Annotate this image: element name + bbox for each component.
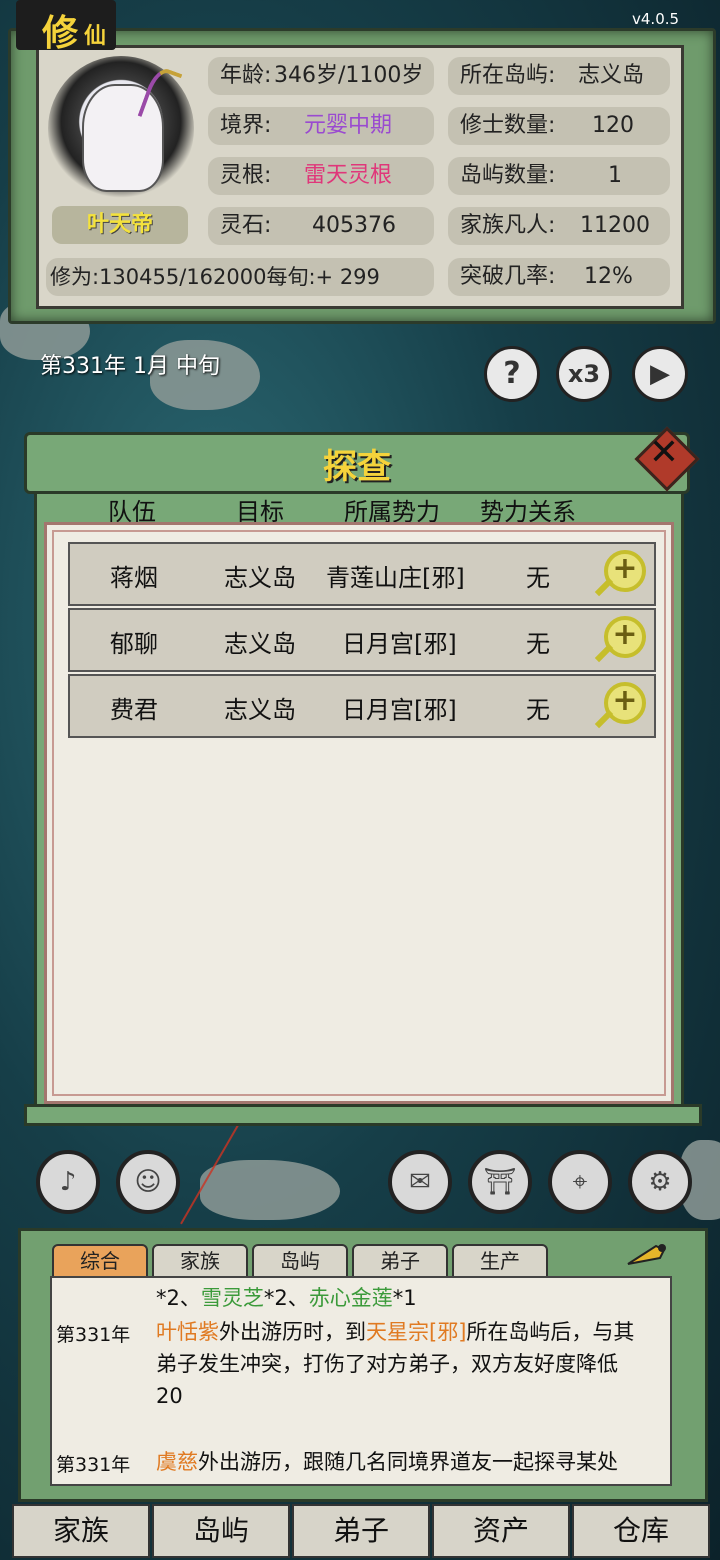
nav-assets[interactable]: 资产 <box>432 1504 570 1558</box>
mortals-stat: 家族凡人: 11200 <box>448 207 670 245</box>
settings-icon[interactable]: ⚙ <box>628 1150 692 1214</box>
row-target: 志义岛 <box>224 696 296 724</box>
zoom-in-icon[interactable]: + <box>594 614 646 666</box>
location-icon[interactable]: ⌖ <box>548 1150 612 1214</box>
stones-stat: 灵石: 405376 <box>208 207 434 245</box>
row-faction: 青莲山庄[邪] <box>326 564 465 592</box>
explore-dialog-footer <box>24 1104 702 1126</box>
breakthrough-label: 突破几率: <box>460 264 556 289</box>
row-target: 志义岛 <box>224 564 296 592</box>
row-target: 志义岛 <box>224 630 296 658</box>
row-team: 费君 <box>110 696 158 724</box>
title-badge: 修 仙 <box>16 0 116 54</box>
mail-icon[interactable]: ✉ <box>388 1150 452 1214</box>
close-icon: ✕ <box>648 432 680 473</box>
log-text: 所在岛屿后，与其 <box>466 1320 635 1344</box>
log-horn-icon[interactable] <box>626 1240 668 1270</box>
mortals-value: 11200 <box>580 213 650 238</box>
tab-family[interactable]: 家族 <box>152 1244 248 1278</box>
row-relation: 无 <box>526 696 550 724</box>
cultivation-text: 修为:130455/162000每旬:+ 299 <box>50 265 380 289</box>
tab-overview[interactable]: 综合 <box>52 1244 148 1278</box>
realm-label: 境界: <box>220 113 272 138</box>
avatar-ornament <box>137 64 183 126</box>
log-item: 赤心金莲 <box>308 1286 393 1310</box>
player-name[interactable]: 叶天帝 <box>52 206 188 244</box>
root-stat: 灵根: 雷天灵根 <box>208 157 434 195</box>
log-year: 第331年 <box>56 1454 131 1476</box>
nav-disciples[interactable]: 弟子 <box>292 1504 430 1558</box>
avatar[interactable] <box>48 56 194 202</box>
gate-icon[interactable]: ⛩ <box>468 1150 532 1214</box>
log-text: 外出游历，跟随几名同境界道友一起探寻某处 <box>198 1450 618 1474</box>
row-faction: 日月宫[邪] <box>342 696 457 724</box>
realm-stat: 境界: 元婴中期 <box>208 107 434 145</box>
game-date: 第331年 1月 中旬 <box>40 354 220 379</box>
log-text: *1 <box>392 1286 417 1310</box>
log-line0: *2、雪灵芝*2、赤心金莲*1 <box>156 1282 417 1314</box>
log-entry-line2: 弟子发生冲突，打伤了对方弟子，双方友好度降低 <box>156 1352 618 1376</box>
cultivators-stat: 修士数量: 120 <box>448 107 670 145</box>
age-label: 年龄: <box>220 63 272 88</box>
row-team: 郁聊 <box>110 630 158 658</box>
log-item: 雪灵芝 <box>200 1286 264 1310</box>
play-button[interactable]: ▶ <box>632 346 688 402</box>
log-entry: 虞慈外出游历，跟随几名同境界道友一起探寻某处 <box>156 1446 618 1478</box>
log-faction: 天星宗[邪] <box>366 1320 467 1344</box>
row-relation: 无 <box>526 564 550 592</box>
islands-value: 1 <box>608 163 622 188</box>
title-big: 修 <box>42 13 79 54</box>
table-row[interactable]: 费君 志义岛 日月宫[邪] 无 + <box>68 674 656 738</box>
speed-button[interactable]: x3 <box>556 346 612 402</box>
zoom-in-icon[interactable]: + <box>594 548 646 600</box>
close-button[interactable]: ✕ <box>634 426 700 492</box>
tab-production[interactable]: 生产 <box>452 1244 548 1278</box>
breakthrough-stat: 突破几率: 12% <box>448 258 670 296</box>
log-text: *2、 <box>156 1286 201 1310</box>
islands-label: 岛屿数量: <box>460 163 556 188</box>
islands-stat: 岛屿数量: 1 <box>448 157 670 195</box>
row-relation: 无 <box>526 630 550 658</box>
tab-disciples[interactable]: 弟子 <box>352 1244 448 1278</box>
table-row[interactable]: 郁聊 志义岛 日月宫[邪] 无 + <box>68 608 656 672</box>
nav-island[interactable]: 岛屿 <box>152 1504 290 1558</box>
realm-value: 元婴中期 <box>304 113 393 138</box>
mortals-label: 家族凡人: <box>460 213 556 238</box>
log-text: 外出游历时，到 <box>219 1320 366 1344</box>
root-value: 雷天灵根 <box>304 163 393 188</box>
nav-family[interactable]: 家族 <box>12 1504 150 1558</box>
cultivators-value: 120 <box>592 113 634 138</box>
horn-icon[interactable]: ♪ <box>36 1150 100 1214</box>
title-small: 仙 <box>84 24 107 49</box>
cultivation-stat: 修为:130455/162000每旬:+ 299 <box>46 258 434 296</box>
cultivators-label: 修士数量: <box>460 113 556 138</box>
age-stat: 年龄: 346岁/1100岁 <box>208 57 434 95</box>
log-person: 虞慈 <box>156 1450 198 1474</box>
dialog-title: 探查 <box>323 447 391 487</box>
log-year: 第331年 <box>56 1324 131 1346</box>
explore-dialog-header: 探查 <box>24 432 690 494</box>
log-person: 叶恬紫 <box>156 1320 219 1344</box>
stones-value: 405376 <box>312 213 396 238</box>
tab-island[interactable]: 岛屿 <box>252 1244 348 1278</box>
row-team: 蒋烟 <box>110 564 158 592</box>
person-icon[interactable]: ☺ <box>116 1150 180 1214</box>
version-label: v4.0.5 <box>632 10 680 28</box>
log-text: *2、 <box>263 1286 309 1310</box>
row-faction: 日月宫[邪] <box>342 630 457 658</box>
island-label: 所在岛屿: <box>460 63 556 88</box>
breakthrough-value: 12% <box>584 264 633 289</box>
root-label: 灵根: <box>220 163 272 188</box>
stones-label: 灵石: <box>220 213 272 238</box>
log-entry-line3: 20 <box>156 1384 183 1408</box>
help-button[interactable]: ? <box>484 346 540 402</box>
nav-warehouse[interactable]: 仓库 <box>572 1504 710 1558</box>
island-value: 志义岛 <box>578 63 645 88</box>
island-stat: 所在岛屿: 志义岛 <box>448 57 670 95</box>
map-island <box>200 1160 340 1220</box>
log-entry: 叶恬紫外出游历时，到天星宗[邪]所在岛屿后，与其 <box>156 1316 634 1348</box>
table-row[interactable]: 蒋烟 志义岛 青莲山庄[邪] 无 + <box>68 542 656 606</box>
zoom-in-icon[interactable]: + <box>594 680 646 732</box>
age-value: 346岁/1100岁 <box>274 63 424 88</box>
